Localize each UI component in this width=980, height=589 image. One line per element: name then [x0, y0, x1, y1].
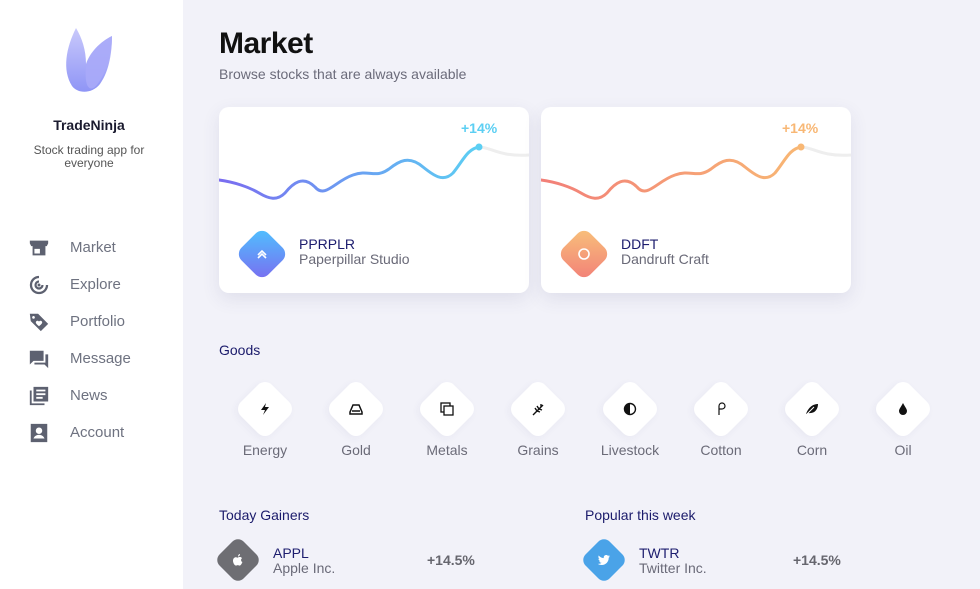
- gainer-row-appl[interactable]: APPL Apple Inc. +14.5%: [213, 535, 516, 585]
- goods-label: Metals: [426, 442, 468, 458]
- cotton-icon: [689, 387, 753, 431]
- wheat-icon: [506, 387, 570, 431]
- gainers-section-title: Today Gainers: [219, 507, 310, 523]
- tag-heart-icon: [29, 313, 49, 331]
- goods-label: Gold: [341, 442, 371, 458]
- stock-company-name: Twitter Inc.: [639, 560, 707, 576]
- goods-label: Grains: [517, 442, 559, 458]
- app-name: TradeNinja: [53, 117, 125, 133]
- goods-label: Cotton: [700, 442, 742, 458]
- sidebar-item-label: Message: [70, 350, 131, 367]
- sidebar-item-message[interactable]: Message: [28, 340, 131, 377]
- logo-icon[interactable]: [62, 26, 114, 94]
- store-icon: [29, 240, 49, 255]
- sidebar-item-explore[interactable]: Explore: [28, 266, 131, 303]
- stock-card-ddft[interactable]: +14% DDFT Dandruft Craft: [541, 107, 851, 293]
- popular-row-twtr[interactable]: TWTR Twitter Inc. +14.5%: [579, 535, 882, 585]
- page-subtitle: Browse stocks that are always available: [219, 66, 467, 82]
- target-icon: [29, 275, 49, 294]
- stock-ticker: APPL: [273, 545, 309, 561]
- stock-ticker: DDFT: [621, 236, 659, 252]
- page-title: Market: [219, 27, 313, 60]
- sidebar-item-label: Portfolio: [70, 313, 126, 330]
- sidebar: TradeNinja Stock trading app for everyon…: [0, 0, 183, 589]
- stock-company-name: Dandruft Craft: [621, 251, 709, 267]
- ingot-icon: [324, 387, 388, 431]
- sidebar-item-news[interactable]: News: [28, 377, 131, 414]
- sidebar-item-label: Account: [70, 424, 125, 441]
- stock-change: +14.5%: [793, 552, 841, 568]
- stock-ticker: TWTR: [639, 545, 680, 561]
- goods-label: Corn: [796, 442, 828, 458]
- goods-label: Energy: [242, 442, 288, 458]
- half-circle-icon: [598, 387, 662, 431]
- circle-icon: [565, 235, 603, 273]
- stock-change: +14.5%: [427, 552, 475, 568]
- goods-section-title: Goods: [219, 342, 261, 358]
- account-icon: [30, 423, 48, 442]
- sidebar-item-label: News: [70, 387, 108, 404]
- stock-company-name: Apple Inc.: [273, 560, 336, 576]
- sidebar-item-label: Explore: [70, 276, 121, 293]
- stock-change: +14%: [782, 120, 819, 136]
- sidebar-item-market[interactable]: Market: [28, 229, 131, 266]
- sidebar-item-portfolio[interactable]: Portfolio: [28, 303, 131, 340]
- chevrons-up-icon: [243, 235, 281, 273]
- leaf-icon: [780, 387, 844, 431]
- goods-label: Livestock: [600, 442, 660, 458]
- news-icon: [29, 386, 49, 405]
- app-tagline: Stock trading app for everyone: [33, 143, 145, 170]
- sidebar-item-account[interactable]: Account: [28, 414, 131, 451]
- stock-company-name: Paperpillar Studio: [299, 251, 410, 267]
- chat-icon: [29, 350, 49, 368]
- goods-label: Oil: [894, 442, 912, 458]
- twitter-icon: [582, 538, 626, 582]
- stock-change: +14%: [461, 120, 498, 136]
- apple-icon: [216, 538, 260, 582]
- copy-icon: [415, 387, 479, 431]
- lightning-icon: [233, 387, 297, 431]
- stock-card-pprplr[interactable]: +14% PPRPLR Paperpillar Studio: [219, 107, 529, 293]
- stock-ticker: PPRPLR: [299, 236, 356, 252]
- sidebar-nav: Market Explore Portfolio Message News Ac…: [28, 229, 131, 451]
- sidebar-item-label: Market: [70, 239, 116, 256]
- drop-icon: [871, 387, 935, 431]
- popular-section-title: Popular this week: [585, 507, 696, 523]
